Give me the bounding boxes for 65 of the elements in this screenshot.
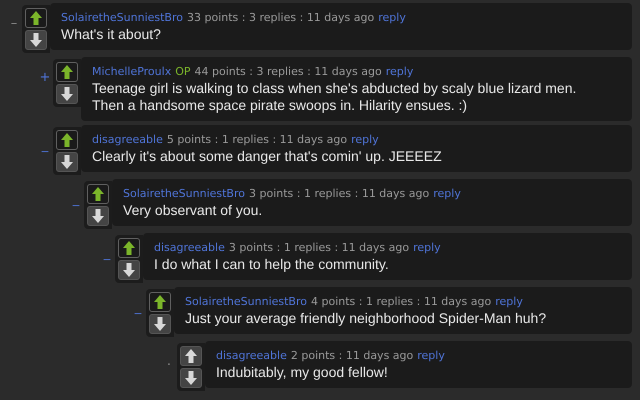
up-arrow-icon	[153, 294, 167, 310]
comment-meta: 2 points : 11 days ago	[290, 348, 414, 364]
reply-link[interactable]: reply	[433, 186, 461, 202]
reply-link[interactable]: reply	[413, 240, 441, 256]
comment-text: Then a handsome space pirate swoops in. Hilarity ensues. :)	[92, 97, 468, 114]
down-arrow-icon	[60, 86, 74, 102]
downvote-button[interactable]	[118, 260, 140, 280]
collapse-toggle[interactable]: _	[37, 139, 53, 153]
comment-meta: 5 points : 1 replies : 11 days ago	[166, 132, 348, 148]
collapse-toggle[interactable]: +	[37, 71, 53, 85]
comment-meta: 3 points : 1 replies : 11 days ago	[249, 186, 430, 202]
up-arrow-icon	[91, 186, 105, 202]
down-arrow-icon	[153, 316, 167, 332]
downvote-button[interactable]	[87, 206, 109, 226]
down-arrow-icon	[122, 262, 136, 278]
comment-text: Teenage girl is walking to class when she's abducted by scaly blue lizard men.	[92, 80, 578, 97]
op-tag: OP	[175, 64, 190, 80]
author-link[interactable]: disagreeable	[92, 132, 163, 148]
collapse-toggle[interactable]: –	[6, 17, 22, 31]
downvote-button[interactable]	[180, 368, 202, 388]
comment-meta: 33 points : 3 replies : 11 days ago	[187, 10, 374, 26]
collapse-toggle[interactable]: .	[161, 355, 177, 369]
down-arrow-icon	[60, 154, 74, 170]
down-arrow-icon	[184, 370, 198, 386]
author-link[interactable]: SolairetheSunniestBro	[185, 294, 307, 310]
downvote-button[interactable]	[56, 152, 78, 172]
up-arrow-icon	[60, 64, 74, 80]
upvote-button[interactable]	[56, 62, 78, 82]
comment-meta: 44 points : 3 replies : 11 days ago	[194, 64, 382, 80]
comment-text: Clearly it's about some danger that's comin' up. JEEEEZ	[92, 148, 443, 165]
reply-link[interactable]: reply	[378, 10, 406, 26]
downvote-button[interactable]	[25, 30, 47, 50]
comment-meta: 3 points : 1 replies : 11 days ago	[228, 240, 410, 256]
collapse-toggle[interactable]: _	[68, 193, 84, 207]
collapse-toggle[interactable]: _	[130, 301, 146, 315]
author-link[interactable]: disagreeable	[154, 240, 225, 256]
upvote-button[interactable]	[56, 130, 78, 150]
up-arrow-icon	[60, 132, 74, 148]
downvote-button[interactable]	[56, 84, 78, 104]
comment-text: Very observant of you.	[123, 202, 264, 219]
upvote-button[interactable]	[118, 238, 140, 258]
comment-text: Indubitably, my good fellow!	[216, 364, 389, 381]
comment-text: Just your average friendly neighborhood Spider-Man huh?	[185, 310, 548, 327]
author-link[interactable]: disagreeable	[216, 348, 287, 364]
upvote-button[interactable]	[180, 346, 202, 366]
downvote-button[interactable]	[149, 314, 171, 334]
down-arrow-icon	[29, 32, 43, 48]
author-link[interactable]: SolairetheSunniestBro	[123, 186, 245, 202]
comment-text: What's it about?	[61, 26, 162, 43]
upvote-button[interactable]	[87, 184, 109, 204]
upvote-button[interactable]	[149, 292, 171, 312]
down-arrow-icon	[91, 208, 105, 224]
comment-text: I do what I can to help the community.	[154, 256, 390, 273]
reply-link[interactable]: reply	[495, 294, 523, 310]
author-link[interactable]: SolairetheSunniestBro	[61, 10, 183, 26]
comment-meta: 4 points : 1 replies : 11 days ago	[311, 294, 492, 310]
reply-link[interactable]: reply	[351, 132, 379, 148]
author-link[interactable]: MichelleProulx	[92, 64, 172, 80]
up-arrow-icon	[29, 10, 43, 26]
collapse-toggle[interactable]: _	[99, 247, 115, 261]
up-arrow-icon	[122, 240, 136, 256]
upvote-button[interactable]	[25, 8, 47, 28]
reply-link[interactable]: reply	[386, 64, 414, 80]
reply-link[interactable]: reply	[417, 348, 445, 364]
up-arrow-icon	[184, 348, 198, 364]
